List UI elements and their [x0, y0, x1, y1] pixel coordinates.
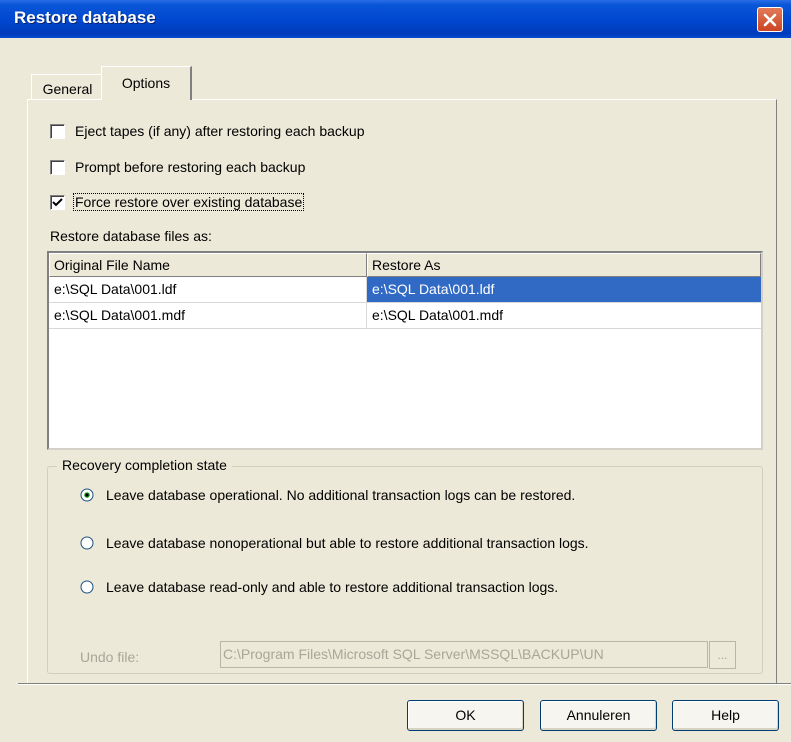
- recovery-operational-label: Leave database operational. No additiona…: [106, 487, 576, 503]
- radio-selected-icon[interactable]: [80, 488, 94, 502]
- close-icon: [763, 13, 777, 26]
- ok-button[interactable]: OK: [407, 700, 524, 731]
- tab-options[interactable]: Options: [101, 66, 192, 100]
- title-bar: Restore database: [0, 0, 791, 38]
- column-header-original-file-name[interactable]: Original File Name: [49, 253, 367, 277]
- recovery-readonly-label: Leave database read-only and able to res…: [106, 579, 559, 595]
- restore-as-cell[interactable]: e:\SQL Data\001.mdf: [367, 303, 761, 328]
- dialog-separator: [18, 683, 791, 685]
- recovery-readonly-option[interactable]: Leave database read-only and able to res…: [80, 577, 558, 597]
- restore-database-dialog: Restore database General Options Eject t…: [0, 0, 791, 742]
- force-restore-checkbox[interactable]: [50, 194, 65, 210]
- original-file-cell: e:\SQL Data\001.ldf: [49, 277, 367, 302]
- close-button[interactable]: [757, 7, 783, 32]
- undo-file-field: C:\Program Files\Microsoft SQL Server\MS…: [220, 641, 708, 668]
- table-row[interactable]: e:\SQL Data\001.mdf e:\SQL Data\001.mdf: [49, 303, 761, 329]
- eject-tapes-option[interactable]: Eject tapes (if any) after restoring eac…: [50, 121, 365, 141]
- checkmark-icon: [52, 197, 63, 206]
- list-header: Original File Name Restore As: [49, 253, 761, 277]
- restore-as-cell[interactable]: e:\SQL Data\001.ldf: [367, 277, 761, 302]
- recovery-nonoperational-label: Leave database nonoperational but able t…: [106, 535, 589, 551]
- force-restore-option[interactable]: Force restore over existing database: [50, 192, 305, 212]
- undo-file-label: Undo file:: [80, 649, 140, 665]
- recovery-operational-option[interactable]: Leave database operational. No additiona…: [80, 485, 575, 505]
- recovery-state-legend: Recovery completion state: [57, 457, 232, 473]
- recovery-nonoperational-option[interactable]: Leave database nonoperational but able t…: [80, 533, 589, 553]
- radio-icon[interactable]: [80, 580, 94, 594]
- window-title: Restore database: [14, 8, 156, 27]
- eject-tapes-checkbox[interactable]: [50, 123, 65, 139]
- original-file-cell: e:\SQL Data\001.mdf: [49, 303, 367, 328]
- help-button[interactable]: Help: [672, 700, 779, 731]
- eject-tapes-label: Eject tapes (if any) after restoring eac…: [75, 123, 365, 139]
- force-restore-label: Force restore over existing database: [72, 193, 305, 211]
- prompt-before-restore-option[interactable]: Prompt before restoring each backup: [50, 157, 306, 177]
- column-header-restore-as[interactable]: Restore As: [367, 253, 761, 277]
- tab-general[interactable]: General: [31, 74, 103, 100]
- files-list-view[interactable]: Original File Name Restore As e:\SQL Dat…: [47, 251, 763, 450]
- browse-button: ...: [709, 641, 736, 669]
- prompt-before-restore-checkbox[interactable]: [50, 159, 65, 175]
- table-row[interactable]: e:\SQL Data\001.ldf e:\SQL Data\001.ldf: [49, 277, 761, 303]
- radio-icon[interactable]: [80, 536, 94, 550]
- prompt-before-restore-label: Prompt before restoring each backup: [75, 159, 306, 175]
- restore-files-label: Restore database files as:: [50, 228, 212, 244]
- cancel-button[interactable]: Annuleren: [540, 700, 657, 731]
